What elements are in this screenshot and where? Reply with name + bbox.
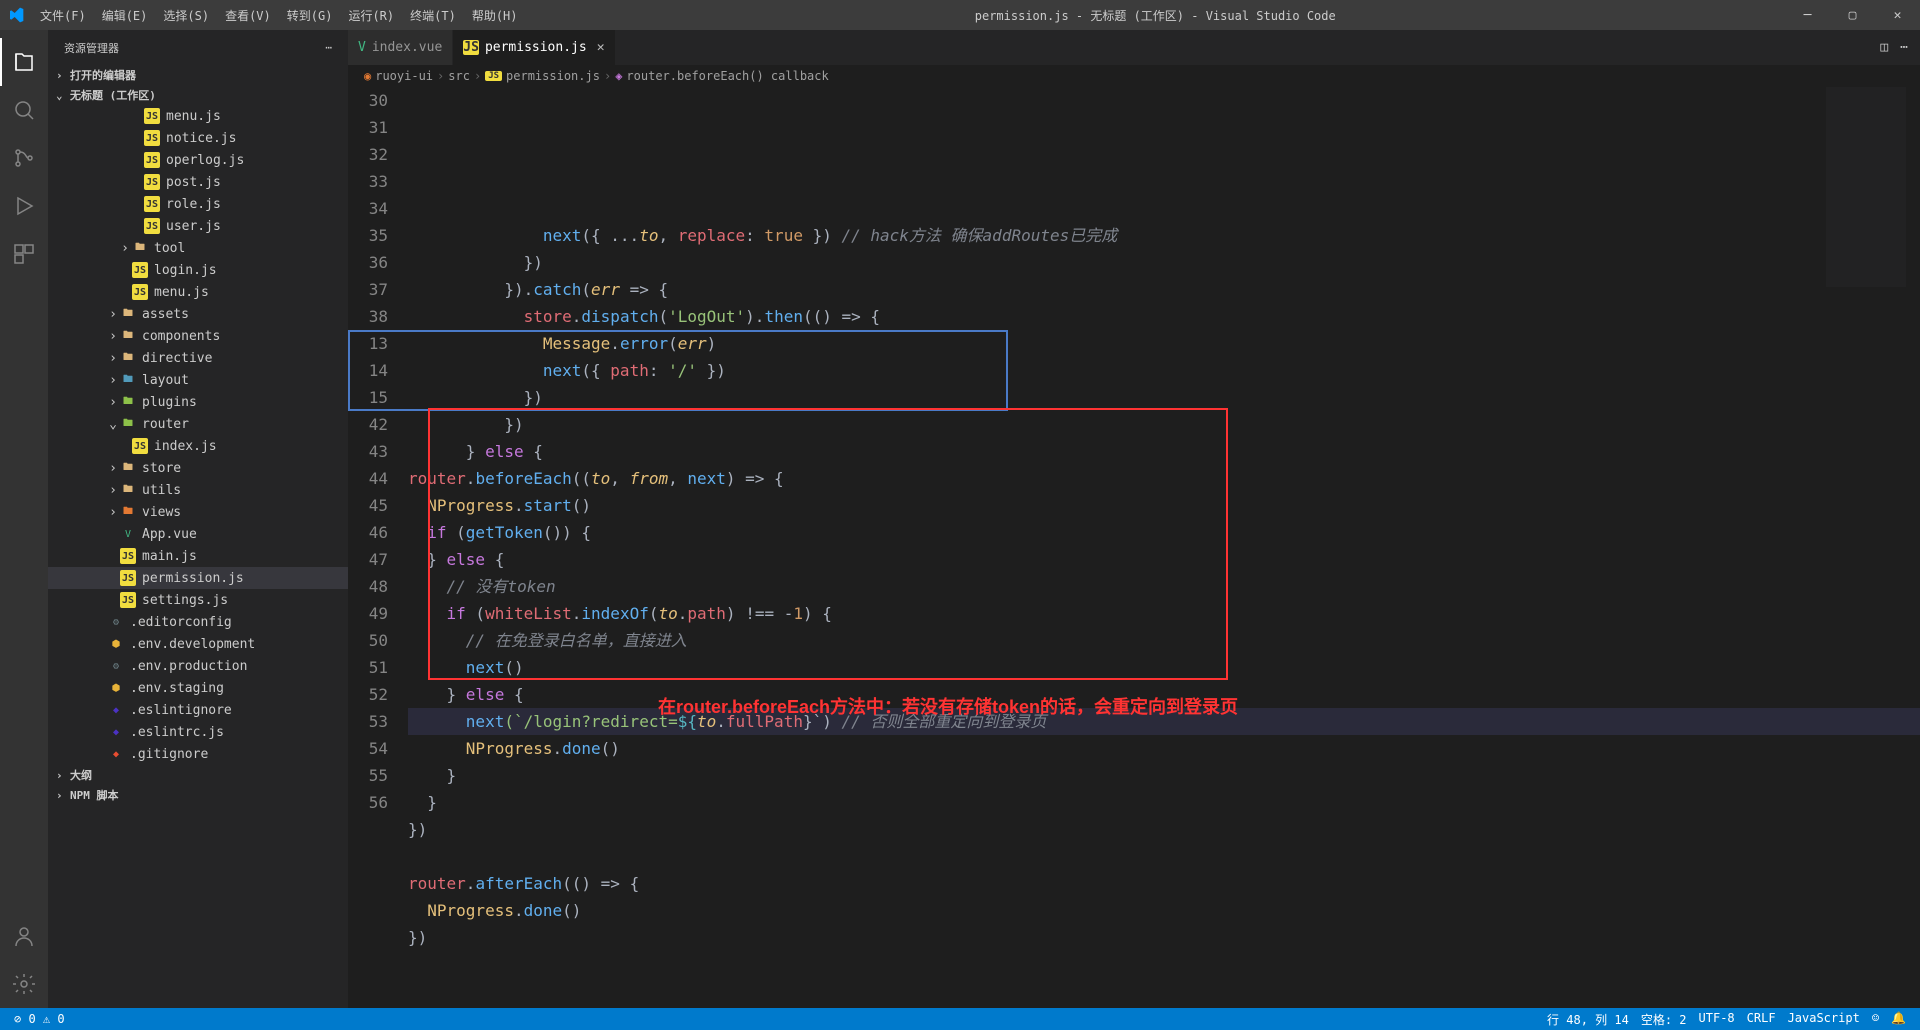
minimap[interactable]	[1826, 87, 1906, 287]
activity-scm[interactable]	[0, 134, 48, 182]
tree-item[interactable]: ◆.gitignore	[48, 743, 348, 765]
menu-terminal[interactable]: 终端(T)	[402, 3, 464, 28]
tabs: Vindex.vue JSpermission.js✕ ◫ ⋯	[348, 30, 1920, 65]
file-tree: JSmenu.js JSnotice.js JSoperlog.js JSpos…	[48, 105, 348, 765]
activity-extensions[interactable]	[0, 230, 48, 278]
tree-folder[interactable]: ›🖿plugins	[48, 391, 348, 413]
tree-item[interactable]: JSlogin.js	[48, 259, 348, 281]
status-feedback[interactable]: ☺	[1866, 1011, 1885, 1028]
window-title: permission.js - 无标题 (工作区) - Visual Studi…	[526, 7, 1786, 24]
tab-permission-js[interactable]: JSpermission.js✕	[453, 30, 615, 65]
tree-folder[interactable]: ›🖿utils	[48, 479, 348, 501]
tree-folder[interactable]: ›🖿views	[48, 501, 348, 523]
tree-item[interactable]: VApp.vue	[48, 523, 348, 545]
menu-select[interactable]: 选择(S)	[155, 3, 217, 28]
section-workspace[interactable]: ⌄无标题 (工作区)	[48, 85, 348, 105]
menu-help[interactable]: 帮助(H)	[464, 3, 526, 28]
annotation-text: 在router.beforeEach方法中：若没有存储token的话，会重定向到…	[658, 694, 1238, 721]
tree-item-active[interactable]: JSpermission.js	[48, 567, 348, 589]
tree-folder[interactable]: ›🖿store	[48, 457, 348, 479]
gutter: 3031323334353637381314154243444546474849…	[348, 87, 408, 1008]
sidebar-header: 资源管理器 ⋯	[48, 30, 348, 65]
sidebar-actions[interactable]: ⋯	[325, 41, 332, 54]
menu-goto[interactable]: 转到(G)	[279, 3, 341, 28]
activity-settings[interactable]	[0, 960, 48, 1008]
tree-item[interactable]: JSmenu.js	[48, 105, 348, 127]
tree-item[interactable]: ⚙.env.production	[48, 655, 348, 677]
status-spaces[interactable]: 空格: 2	[1635, 1011, 1693, 1028]
tree-item[interactable]: JSoperlog.js	[48, 149, 348, 171]
status-linecol[interactable]: 行 48, 列 14	[1541, 1011, 1635, 1028]
status-bell[interactable]: 🔔	[1885, 1011, 1912, 1028]
tree-item[interactable]: JSindex.js	[48, 435, 348, 457]
section-open-editors[interactable]: ›打开的编辑器	[48, 65, 348, 85]
activity-explorer[interactable]	[0, 38, 48, 86]
status-errors[interactable]: ⊘ 0 ⚠ 0	[8, 1012, 71, 1026]
tab-index-vue[interactable]: Vindex.vue	[348, 30, 453, 65]
tree-item[interactable]: JSsettings.js	[48, 589, 348, 611]
vscode-icon	[8, 7, 24, 23]
tree-folder[interactable]: ⌄🖿router	[48, 413, 348, 435]
breadcrumbs[interactable]: ◉ ruoyi-ui› src› JS permission.js› ◈ rou…	[348, 65, 1920, 87]
menu-file[interactable]: 文件(F)	[32, 3, 94, 28]
tree-item[interactable]: JSpost.js	[48, 171, 348, 193]
menu-view[interactable]: 查看(V)	[217, 3, 279, 28]
activity-account[interactable]	[0, 912, 48, 960]
tree-item[interactable]: ⬢.env.staging	[48, 677, 348, 699]
maximize-button[interactable]: ▢	[1830, 0, 1875, 30]
status-lang[interactable]: JavaScript	[1782, 1011, 1866, 1028]
tree-item[interactable]: ◆.eslintignore	[48, 699, 348, 721]
activity-search[interactable]	[0, 86, 48, 134]
more-icon[interactable]: ⋯	[1900, 40, 1908, 55]
code[interactable]: 在router.beforeEach方法中：若没有存储token的话，会重定向到…	[408, 87, 1920, 1008]
status-encoding[interactable]: UTF-8	[1693, 1011, 1741, 1028]
activitybar	[0, 30, 48, 1008]
tree-item[interactable]: JSrole.js	[48, 193, 348, 215]
statusbar: ⊘ 0 ⚠ 0 行 48, 列 14 空格: 2 UTF-8 CRLF Java…	[0, 1008, 1920, 1030]
window-controls: ─ ▢ ✕	[1785, 0, 1920, 30]
tree-folder[interactable]: ›🖿assets	[48, 303, 348, 325]
tree-folder[interactable]: ›🖿directive	[48, 347, 348, 369]
tree-item[interactable]: JSnotice.js	[48, 127, 348, 149]
menubar: 文件(F) 编辑(E) 选择(S) 查看(V) 转到(G) 运行(R) 终端(T…	[32, 3, 526, 28]
explorer: ›打开的编辑器 ⌄无标题 (工作区) JSmenu.js JSnotice.js…	[48, 65, 348, 1008]
split-editor-icon[interactable]: ◫	[1880, 40, 1888, 55]
section-npm[interactable]: ›NPM 脚本	[48, 785, 348, 805]
tree-item[interactable]: JSmain.js	[48, 545, 348, 567]
tree-item[interactable]: ⬢.env.development	[48, 633, 348, 655]
editor[interactable]: 3031323334353637381314154243444546474849…	[348, 87, 1920, 1008]
editor-area: Vindex.vue JSpermission.js✕ ◫ ⋯ ◉ ruoyi-…	[348, 30, 1920, 1008]
close-button[interactable]: ✕	[1875, 0, 1920, 30]
tree-item[interactable]: ◆.eslintrc.js	[48, 721, 348, 743]
menu-edit[interactable]: 编辑(E)	[94, 3, 156, 28]
titlebar: 文件(F) 编辑(E) 选择(S) 查看(V) 转到(G) 运行(R) 终端(T…	[0, 0, 1920, 30]
tree-item[interactable]: JSuser.js	[48, 215, 348, 237]
minimize-button[interactable]: ─	[1785, 0, 1830, 30]
activity-debug[interactable]	[0, 182, 48, 230]
sidebar: 资源管理器 ⋯ ›打开的编辑器 ⌄无标题 (工作区) JSmenu.js JSn…	[48, 30, 348, 1008]
tree-folder[interactable]: ›🖿tool	[48, 237, 348, 259]
menu-run[interactable]: 运行(R)	[340, 3, 402, 28]
status-eol[interactable]: CRLF	[1741, 1011, 1782, 1028]
tree-item[interactable]: JSmenu.js	[48, 281, 348, 303]
section-outline[interactable]: ›大纲	[48, 765, 348, 785]
tree-item[interactable]: ⚙.editorconfig	[48, 611, 348, 633]
tree-folder[interactable]: ›🖿components	[48, 325, 348, 347]
tree-folder[interactable]: ›🖿layout	[48, 369, 348, 391]
sidebar-title: 资源管理器	[64, 40, 119, 56]
close-icon[interactable]: ✕	[597, 40, 605, 55]
main: 资源管理器 ⋯ ›打开的编辑器 ⌄无标题 (工作区) JSmenu.js JSn…	[0, 30, 1920, 1008]
tab-actions: ◫ ⋯	[1880, 30, 1920, 65]
